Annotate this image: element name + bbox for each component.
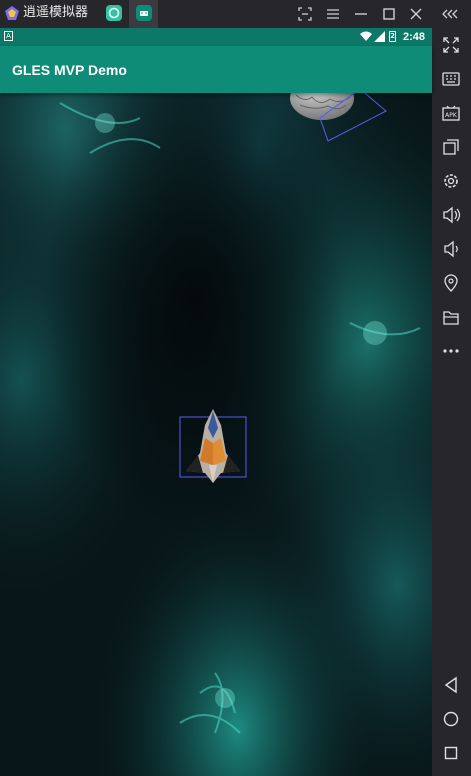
folder-icon[interactable]: [438, 304, 464, 330]
emulator-side-toolbar: APK: [432, 28, 471, 776]
app-bar: GLES MVP Demo: [0, 46, 432, 93]
notification-icon: A: [4, 31, 13, 41]
fullscreen-icon[interactable]: [438, 32, 464, 58]
app-title: GLES MVP Demo: [12, 62, 127, 78]
collapse-sidebar-icon[interactable]: [440, 4, 460, 24]
back-icon[interactable]: [438, 672, 464, 698]
menu-icon[interactable]: [323, 4, 343, 24]
android-app-icon[interactable]: [136, 5, 152, 21]
emulator-title-bar: 逍遥模拟器: [0, 0, 471, 28]
more-icon[interactable]: [438, 338, 464, 364]
recents-icon[interactable]: [438, 740, 464, 766]
android-status-bar: A 2 2:48: [0, 28, 432, 46]
signal-icon: [374, 31, 385, 42]
volume-up-icon[interactable]: [438, 202, 464, 228]
maximize-icon[interactable]: [379, 4, 399, 24]
wifi-icon: [360, 31, 372, 41]
space-scene: [0, 93, 432, 776]
apk-install-icon[interactable]: APK: [438, 100, 464, 126]
emulator-title: 逍遥模拟器: [23, 5, 89, 20]
status-time: 2:48: [402, 31, 425, 43]
screen-capture-icon[interactable]: [295, 4, 315, 24]
multi-window-icon[interactable]: [438, 134, 464, 160]
close-icon[interactable]: [406, 4, 426, 24]
svg-text:APK: APK: [445, 112, 458, 119]
minimize-icon[interactable]: [351, 4, 371, 24]
gl-surface-view[interactable]: [0, 93, 432, 776]
location-icon[interactable]: [438, 270, 464, 296]
emulator-logo-icon: [5, 6, 19, 20]
settings-icon[interactable]: [438, 168, 464, 194]
volume-down-icon[interactable]: [438, 236, 464, 262]
chat-bubble-app-icon[interactable]: [106, 5, 122, 21]
keyboard-icon[interactable]: [438, 66, 464, 92]
battery-icon: 2: [389, 31, 396, 42]
home-icon[interactable]: [438, 706, 464, 732]
